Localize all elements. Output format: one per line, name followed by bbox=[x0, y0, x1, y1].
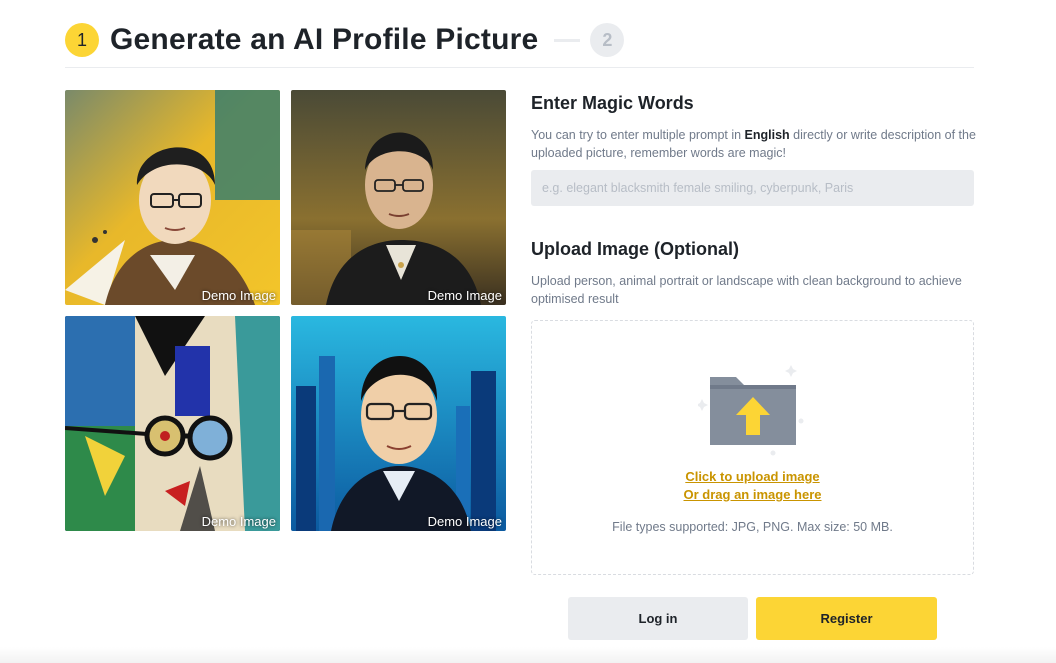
highlight-english: English bbox=[744, 128, 790, 142]
demo-image-label: Demo Image bbox=[427, 288, 502, 303]
register-button[interactable]: Register bbox=[756, 597, 937, 640]
login-button[interactable]: Log in bbox=[568, 597, 748, 640]
header-divider bbox=[65, 67, 974, 68]
demo-image-4-picture bbox=[291, 316, 506, 531]
stepper: 1 Generate an AI Profile Picture 2 bbox=[65, 20, 625, 60]
demo-image-2[interactable]: Demo Image bbox=[291, 90, 506, 305]
magic-words-title: Enter Magic Words bbox=[531, 93, 694, 113]
demo-image-4[interactable]: Demo Image bbox=[291, 316, 506, 531]
demo-image-label: Demo Image bbox=[427, 514, 502, 529]
upload-dropzone[interactable]: Click to upload image Or drag an image h… bbox=[531, 320, 974, 575]
bottom-fade bbox=[0, 647, 1056, 663]
demo-image-1-picture bbox=[65, 90, 280, 305]
demo-image-label: Demo Image bbox=[201, 288, 276, 303]
demo-image-2-picture bbox=[291, 90, 506, 305]
upload-description: Upload person, animal portrait or landsc… bbox=[531, 274, 962, 306]
file-types-note: File types supported: JPG, PNG. Max size… bbox=[612, 520, 893, 534]
page-title: Generate an AI Profile Picture bbox=[110, 23, 539, 56]
step-connector bbox=[554, 38, 581, 42]
demo-image-3-picture bbox=[65, 316, 280, 531]
demo-image-1[interactable]: Demo Image bbox=[65, 90, 280, 305]
folder-upload-icon bbox=[698, 365, 804, 456]
step-2-indicator: 2 bbox=[590, 23, 625, 57]
prompt-input[interactable] bbox=[531, 170, 974, 206]
drag-image-link[interactable]: Or drag an image here bbox=[532, 487, 973, 502]
demo-image-label: Demo Image bbox=[201, 514, 276, 529]
step-1-indicator: 1 bbox=[65, 23, 99, 57]
demo-image-3[interactable]: Demo Image bbox=[65, 316, 280, 531]
magic-words-description: You can try to enter multiple prompt in … bbox=[531, 128, 976, 160]
upload-title: Upload Image (Optional) bbox=[531, 239, 740, 259]
click-to-upload-link[interactable]: Click to upload image bbox=[532, 469, 973, 484]
